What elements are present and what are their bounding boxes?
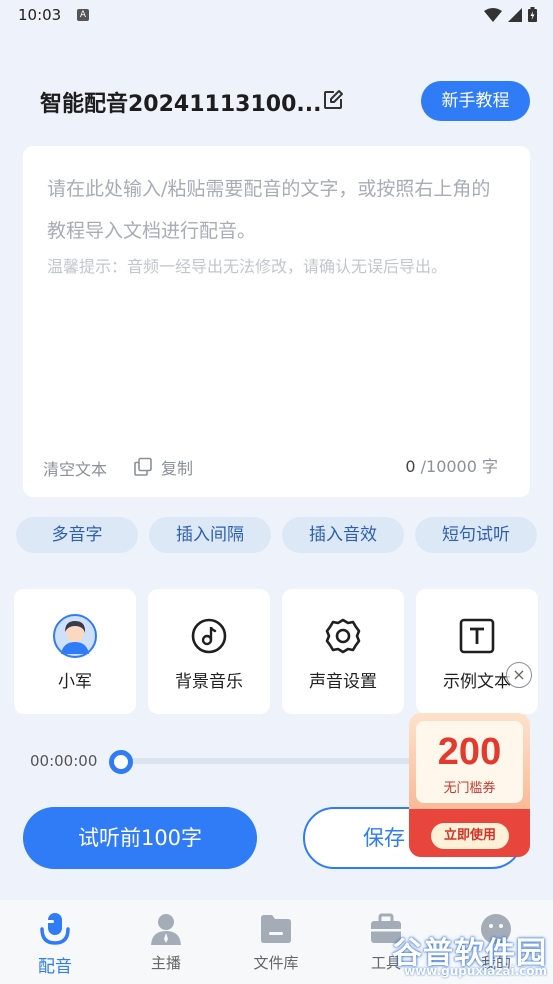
- char-count: 0 /10000 字: [405, 453, 498, 477]
- watermark-logo: 谷普软件园 www.gupuxiazai.com: [390, 928, 553, 984]
- text-editor[interactable]: 请在此处输入/粘贴需要配音的文字，或按照右上角的教程导入文档进行配音。 温馨提示…: [23, 146, 530, 497]
- person-icon: [151, 914, 181, 945]
- status-time: 10:03: [18, 6, 62, 24]
- progress-track[interactable]: [120, 758, 420, 764]
- preview-button[interactable]: 试听前100字: [23, 807, 257, 869]
- nav-label-dubbing: 配音: [38, 957, 72, 977]
- copy-button[interactable]: 复制: [133, 455, 193, 479]
- nav-item-files[interactable]: 文件库: [226, 912, 326, 973]
- chip-polyphone[interactable]: 多音字: [16, 517, 138, 553]
- gear-icon: [325, 618, 361, 654]
- folder-icon: [261, 915, 291, 943]
- edit-icon[interactable]: [322, 89, 344, 111]
- coupon-close-icon[interactable]: ×: [506, 662, 532, 688]
- nav-label-files: 文件库: [253, 954, 299, 972]
- notification-icon: A: [77, 9, 89, 21]
- tool-card-voice[interactable]: 小军: [14, 589, 136, 714]
- wifi-icon: [484, 7, 502, 22]
- copy-icon: [134, 457, 152, 476]
- chip-sentence-preview[interactable]: 短句试听: [415, 517, 537, 553]
- music-note-icon: [191, 618, 227, 654]
- tool-label-voice: 小军: [58, 672, 92, 692]
- function-chips: 多音字 插入间隔 插入音效 短句试听: [16, 517, 538, 553]
- chip-insert-effect[interactable]: 插入音效: [282, 517, 404, 553]
- editor-placeholder: 请在此处输入/粘贴需要配音的文字，或按照右上角的教程导入文档进行配音。: [47, 178, 491, 242]
- mic-icon: [40, 913, 70, 945]
- voice-avatar-icon: [53, 614, 97, 658]
- coupon-amount: 200: [437, 731, 502, 773]
- coupon-popup[interactable]: 200 无门槛券 立即使用: [409, 713, 530, 857]
- playback-time: 00:00:00: [30, 752, 98, 770]
- tool-label-bgm: 背景音乐: [175, 672, 243, 692]
- chip-insert-pause[interactable]: 插入间隔: [149, 517, 271, 553]
- coupon-subtitle: 无门槛券: [443, 781, 496, 796]
- nav-item-dubbing[interactable]: 配音: [5, 912, 105, 977]
- clear-text-button[interactable]: 清空文本: [43, 456, 107, 480]
- signal-icon: [508, 7, 522, 22]
- progress-thumb[interactable]: [109, 750, 133, 774]
- status-bar: 10:03 A: [0, 0, 553, 32]
- editor-tip: 温馨提示：音频一经导出无法修改，请确认无误后导出。: [47, 257, 448, 276]
- coupon-card: 200 无门槛券: [416, 721, 523, 803]
- copy-label: 复制: [161, 459, 194, 478]
- tool-card-bgm[interactable]: 背景音乐: [148, 589, 270, 714]
- tool-card-sample-text[interactable]: 示例文本: [416, 589, 538, 714]
- tutorial-button[interactable]: 新手教程: [421, 81, 530, 121]
- nav-item-anchor[interactable]: 主播: [116, 912, 216, 973]
- tool-card-settings[interactable]: 声音设置: [282, 589, 404, 714]
- nav-label-anchor: 主播: [150, 954, 181, 972]
- watermark-url: www.gupuxiazai.com: [404, 964, 547, 978]
- battery-icon: [528, 7, 537, 22]
- page-title: 智能配音20241113100...: [40, 92, 322, 117]
- tool-label-settings: 声音设置: [309, 672, 377, 692]
- char-count-max: /10000 字: [415, 457, 498, 476]
- status-icons: [484, 7, 537, 22]
- char-count-current: 0: [405, 457, 416, 476]
- text-t-icon: [459, 618, 495, 654]
- coupon-use-button[interactable]: 立即使用: [431, 823, 509, 849]
